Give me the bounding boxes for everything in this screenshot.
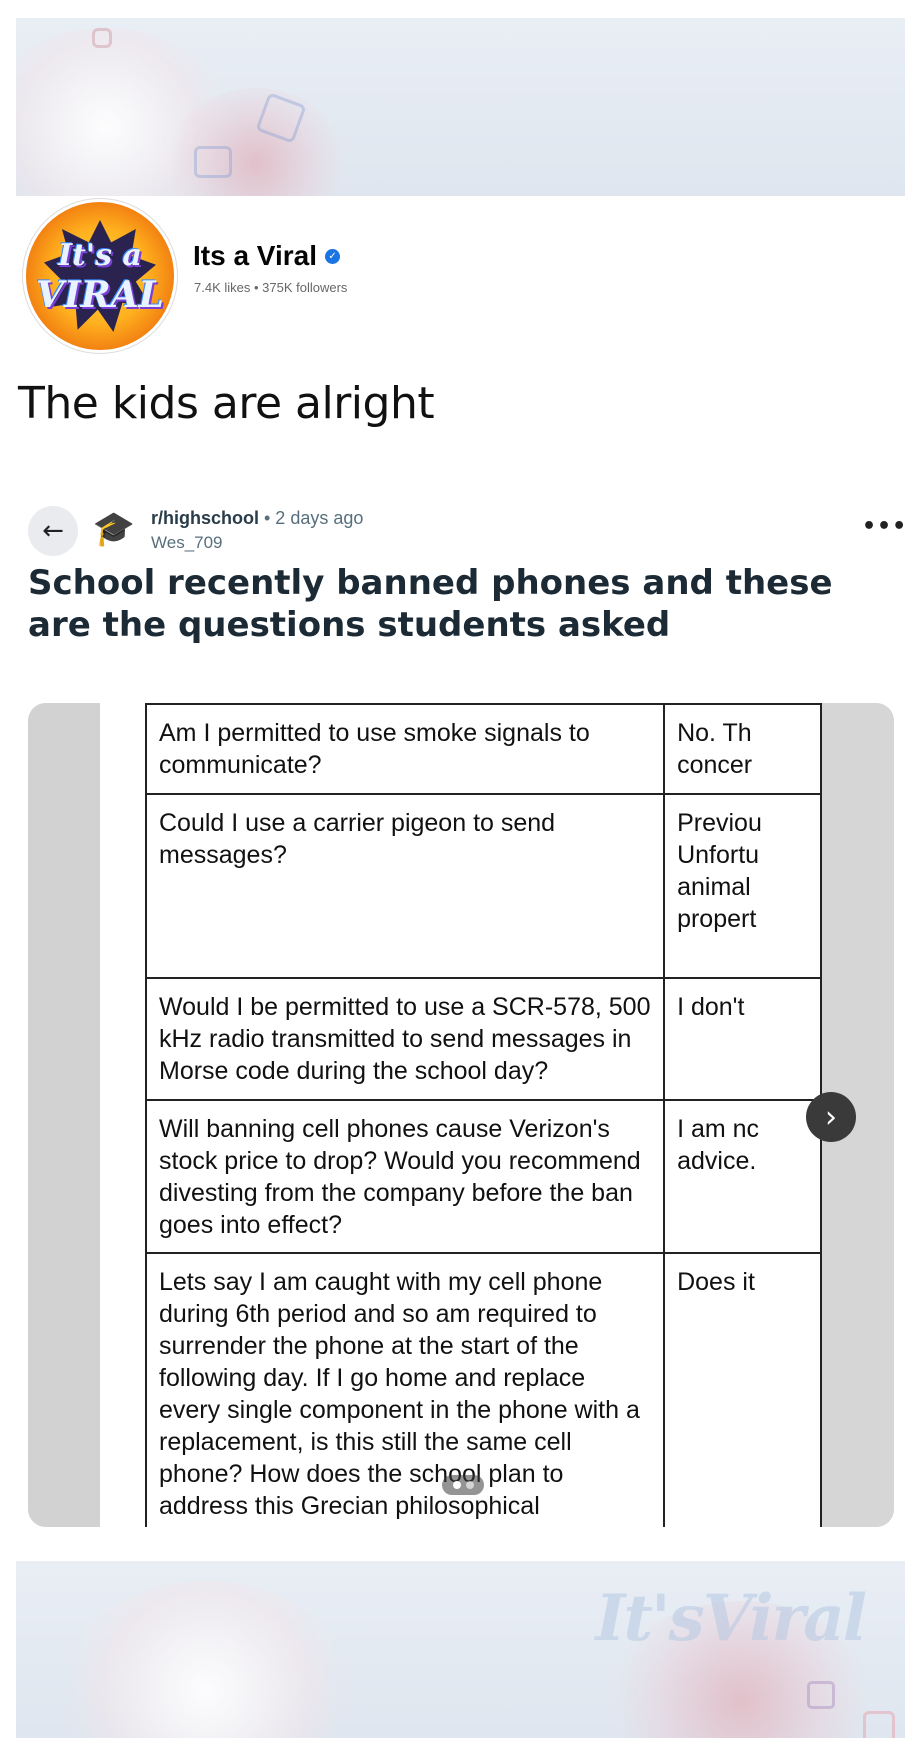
question-cell: Am I permitted to use smoke signals to c… — [144, 703, 666, 795]
more-options-button[interactable]: ••• — [862, 514, 907, 539]
gallery-pagination — [442, 1475, 484, 1495]
avatar-logo-line2: VIRAL — [36, 274, 164, 316]
table-row: Would I be permitted to use a SCR-578, 5… — [144, 977, 822, 1101]
avatar-logo-line1: It's a — [58, 238, 142, 273]
page-name-row[interactable]: Its a Viral ✓ — [193, 240, 341, 272]
question-cell: Would I be permitted to use a SCR-578, 5… — [144, 977, 666, 1101]
page-name[interactable]: Its a Viral — [193, 240, 317, 272]
gallery-left-edge — [28, 703, 100, 1527]
subreddit-avatar[interactable]: 🎓 — [90, 505, 138, 553]
answer-line: I am nc — [677, 1115, 760, 1143]
social-icon-decoration — [92, 28, 112, 48]
subreddit-name[interactable]: r/highschool — [151, 508, 259, 528]
answer-line: Does it — [677, 1268, 755, 1296]
social-icon-decoration — [863, 1711, 895, 1738]
answer-line: I don't — [677, 993, 745, 1021]
post-author[interactable]: Wes_709 — [151, 533, 223, 553]
answer-line: animal — [677, 873, 751, 901]
subreddit-line: r/highschool • 2 days ago — [151, 508, 363, 529]
reddit-post-title: School recently banned phones and these … — [28, 563, 833, 645]
pagination-dot — [465, 1481, 474, 1489]
social-icon-decoration — [194, 146, 232, 178]
verified-badge-icon: ✓ — [325, 248, 341, 264]
post-time: • 2 days ago — [259, 508, 364, 528]
question-cell: Will banning cell phones cause Verizon's… — [144, 1099, 666, 1254]
answer-cell: I don't — [663, 977, 822, 1101]
answer-line: Unfortu — [677, 841, 760, 869]
arrow-left-icon: ← — [42, 516, 64, 546]
answer-cell: Does it — [663, 1252, 822, 1527]
answer-cell: I am nc advice. — [663, 1099, 822, 1254]
table-row: Will banning cell phones cause Verizon's… — [144, 1099, 822, 1254]
answer-cell: Previou Unfortu animal propert — [663, 793, 822, 979]
answer-line: propert — [677, 905, 757, 933]
back-button[interactable]: ← — [28, 506, 78, 556]
post-caption: The kids are alright — [18, 378, 435, 429]
table-row: Am I permitted to use smoke signals to c… — [144, 703, 822, 795]
cloud-decoration — [56, 1581, 356, 1738]
graduation-cap-icon: 🎓 — [92, 509, 136, 549]
question-cell: Could I use a carrier pigeon to send mes… — [144, 793, 666, 979]
page-stats: 7.4K likes • 375K followers — [194, 280, 348, 295]
answer-line: concer — [677, 751, 753, 779]
answer-cell: No. Th concer — [663, 703, 822, 795]
gallery-image: Am I permitted to use smoke signals to c… — [100, 703, 822, 1527]
footer-banner: It'sViral — [16, 1561, 905, 1738]
watermark-logo: It'sViral — [595, 1581, 867, 1656]
table-row: Could I use a carrier pigeon to send mes… — [144, 793, 822, 979]
image-gallery[interactable]: Am I permitted to use smoke signals to c… — [28, 703, 894, 1527]
social-icon-decoration — [807, 1681, 835, 1709]
cover-photo[interactable] — [16, 18, 905, 196]
answer-line: No. Th — [677, 719, 752, 747]
chevron-right-icon: › — [825, 1099, 837, 1135]
next-image-button[interactable]: › — [806, 1092, 856, 1142]
page-avatar[interactable]: It's a VIRAL — [26, 202, 174, 350]
answer-line: Previou — [677, 809, 762, 837]
answer-line: advice. — [677, 1147, 757, 1175]
pagination-dot — [452, 1481, 461, 1489]
question-cell: Lets say I am caught with my cell phone … — [144, 1252, 666, 1527]
qa-table: Am I permitted to use smoke signals to c… — [144, 703, 822, 1527]
